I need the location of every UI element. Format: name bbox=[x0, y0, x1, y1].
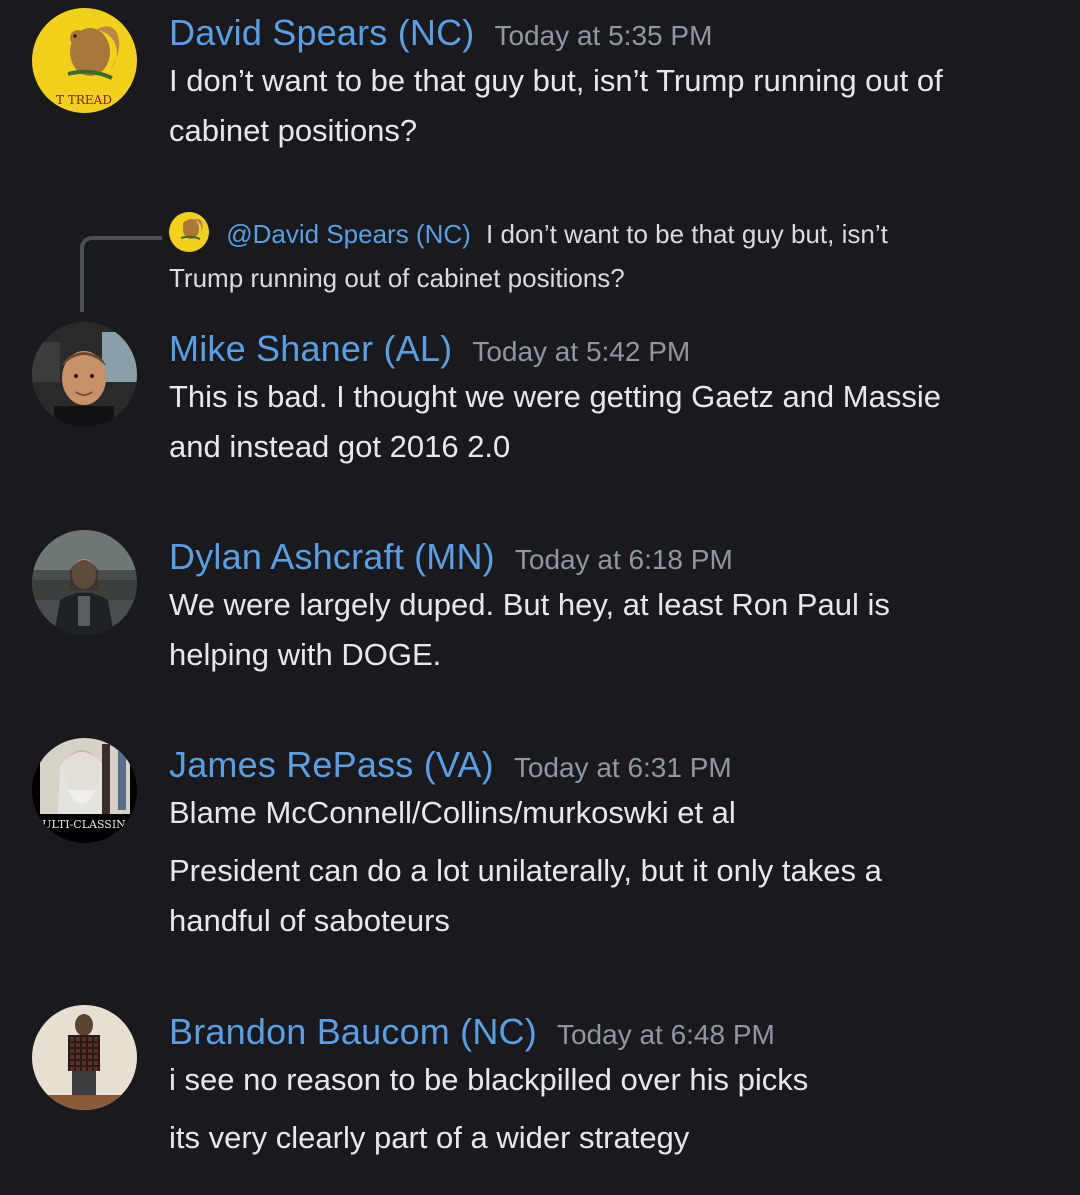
message-content: Dylan Ashcraft (MN) Today at 6:18 PM We … bbox=[169, 536, 1050, 680]
reply-avatar bbox=[169, 212, 209, 252]
message-text: handful of saboteurs bbox=[169, 903, 450, 938]
timestamp[interactable]: Today at 6:18 PM bbox=[515, 544, 733, 576]
message-text: President can do a lot unilaterally, but… bbox=[169, 853, 882, 888]
message-text: This is bad. I thought we were getting G… bbox=[169, 379, 941, 414]
username[interactable]: David Spears (NC) bbox=[169, 12, 474, 54]
user-avatar[interactable] bbox=[32, 1005, 137, 1110]
message-header: Dylan Ashcraft (MN) Today at 6:18 PM bbox=[169, 536, 1050, 578]
message-header: Mike Shaner (AL) Today at 5:42 PM bbox=[169, 328, 1050, 370]
message-text: i see no reason to be blackpilled over h… bbox=[169, 1062, 809, 1097]
reply-mention[interactable]: @David Spears (NC) bbox=[226, 219, 471, 249]
message-header: David Spears (NC) Today at 5:35 PM bbox=[169, 12, 1050, 54]
message-content: Mike Shaner (AL) Today at 5:42 PM This i… bbox=[169, 328, 1050, 472]
reply-text: I don’t want to be that guy but, isn’t bbox=[486, 219, 888, 249]
username[interactable]: Dylan Ashcraft (MN) bbox=[169, 536, 495, 578]
chat-message-list: T TREAD David Spears (NC) Today at 5:35 … bbox=[0, 0, 1080, 1195]
message-text: We were largely duped. But hey, at least… bbox=[169, 587, 890, 622]
wizard-avatar-icon: ULTI-CLASSIN bbox=[32, 738, 137, 843]
user-avatar[interactable] bbox=[32, 530, 137, 635]
timestamp[interactable]: Today at 6:31 PM bbox=[514, 752, 732, 784]
message-header: James RePass (VA) Today at 6:31 PM bbox=[169, 744, 1050, 786]
selfie-in-car-avatar-icon bbox=[32, 322, 137, 427]
username[interactable]: Mike Shaner (AL) bbox=[169, 328, 452, 370]
user-avatar[interactable]: ULTI-CLASSIN bbox=[32, 738, 137, 843]
mirror-selfie-avatar-icon bbox=[32, 1005, 137, 1110]
reply-text-continued: Trump running out of cabinet positions? bbox=[169, 263, 625, 293]
user-avatar[interactable] bbox=[32, 322, 137, 427]
message-content: Brandon Baucom (NC) Today at 6:48 PM i s… bbox=[169, 1011, 1050, 1163]
message-content: James RePass (VA) Today at 6:31 PM Blame… bbox=[169, 744, 1050, 946]
username[interactable]: Brandon Baucom (NC) bbox=[169, 1011, 537, 1053]
message-text: its very clearly part of a wider strateg… bbox=[169, 1120, 690, 1155]
reply-connector bbox=[80, 236, 162, 312]
user-avatar[interactable]: T TREAD bbox=[32, 8, 137, 113]
avatar-caption: T TREAD bbox=[56, 93, 112, 107]
armored-warrior-avatar-icon bbox=[32, 530, 137, 635]
message-text: and instead got 2016 2.0 bbox=[169, 429, 511, 464]
gadsden-squirrel-small-icon bbox=[169, 212, 209, 252]
avatar-caption: ULTI-CLASSIN bbox=[42, 818, 126, 831]
message-text: Blame McConnell/Collins/murkoswki et al bbox=[169, 795, 736, 830]
reply-preview[interactable]: @David Spears (NC) I don’t want to be th… bbox=[169, 212, 1050, 300]
timestamp[interactable]: Today at 5:42 PM bbox=[472, 336, 690, 368]
timestamp[interactable]: Today at 6:48 PM bbox=[557, 1019, 775, 1051]
message-text: I don’t want to be that guy but, isn’t T… bbox=[169, 63, 943, 98]
message-header: Brandon Baucom (NC) Today at 6:48 PM bbox=[169, 1011, 1050, 1053]
gadsden-squirrel-avatar-icon: T TREAD bbox=[32, 8, 137, 113]
timestamp[interactable]: Today at 5:35 PM bbox=[494, 20, 712, 52]
message-text: helping with DOGE. bbox=[169, 637, 442, 672]
username[interactable]: James RePass (VA) bbox=[169, 744, 494, 786]
message-content: David Spears (NC) Today at 5:35 PM I don… bbox=[169, 12, 1050, 156]
message-text: cabinet positions? bbox=[169, 113, 418, 148]
